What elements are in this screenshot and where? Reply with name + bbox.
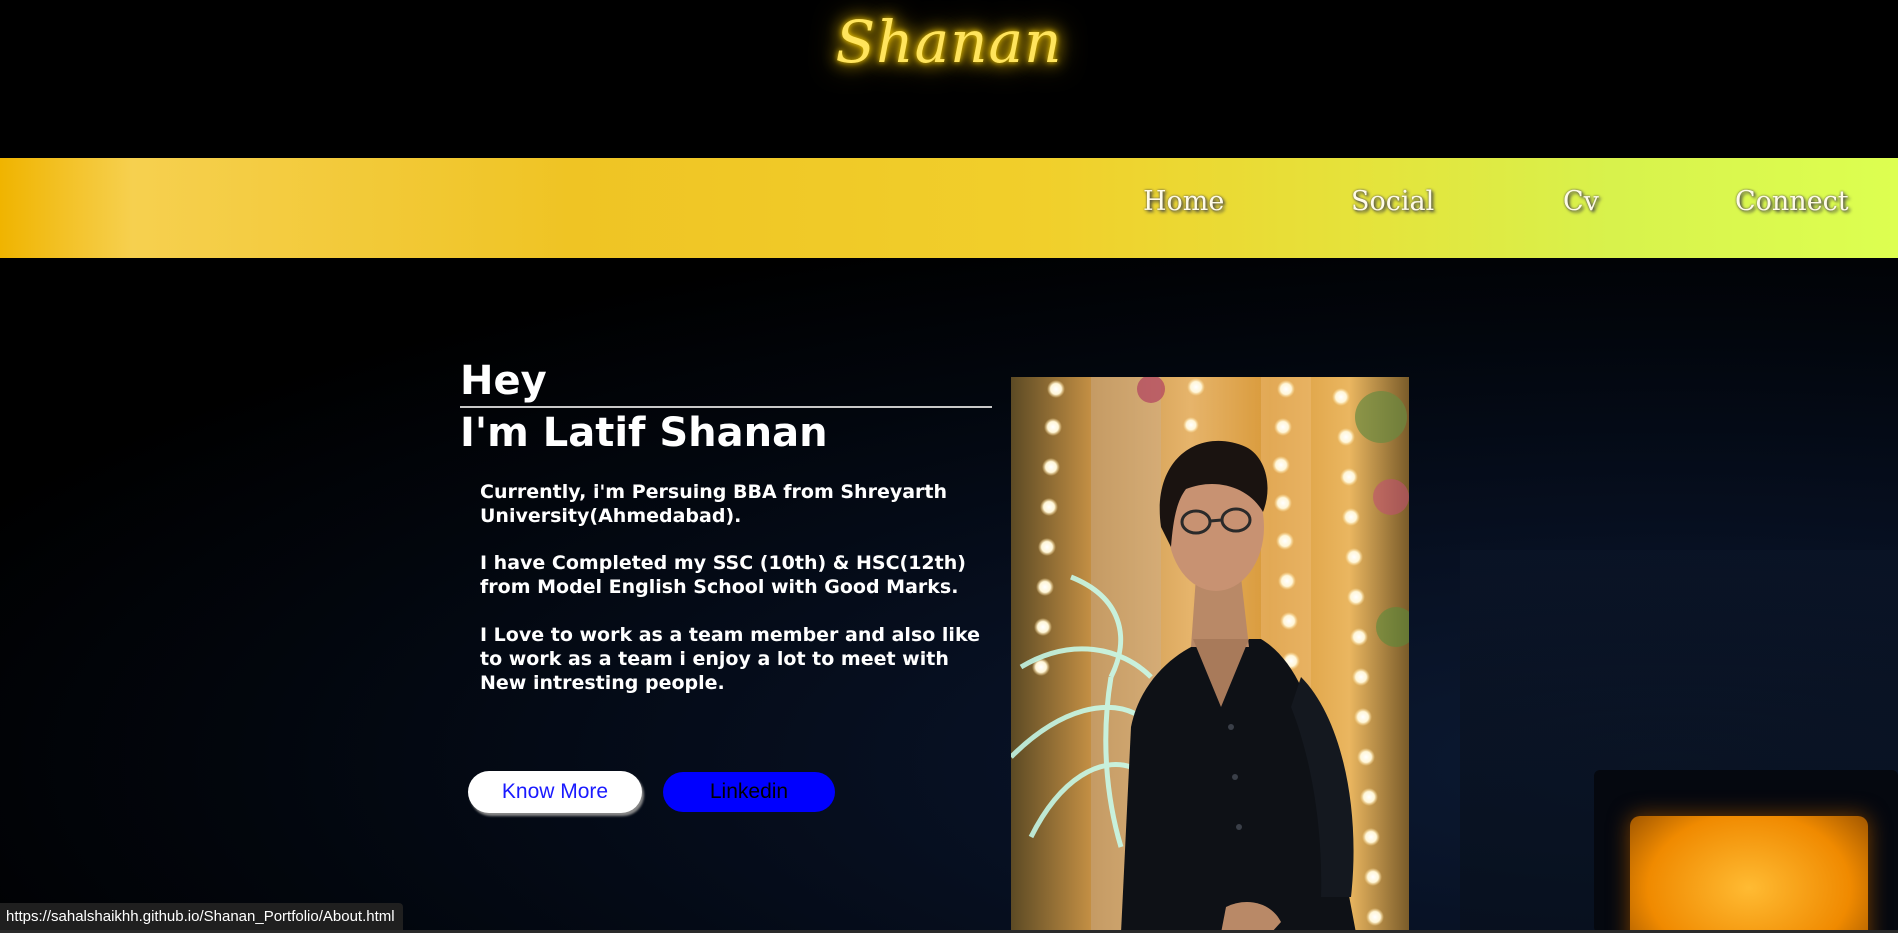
page: Shanan Home Social Cv Connect Hey I'm La… xyxy=(0,0,1898,933)
person-photo-icon xyxy=(1011,377,1409,933)
navbar: Home Social Cv Connect xyxy=(0,158,1898,258)
linkedin-button[interactable]: Linkedin xyxy=(663,772,835,812)
nav-link-cv[interactable]: Cv xyxy=(1563,186,1599,217)
header: Shanan xyxy=(0,0,1898,158)
about-paragraph-teamwork: I Love to work as a team member and also… xyxy=(480,624,980,694)
greeting-heading: Hey xyxy=(460,358,547,404)
logo[interactable]: Shanan xyxy=(0,8,1898,76)
background-light-box xyxy=(1630,816,1868,933)
heading-divider xyxy=(460,406,992,408)
about-paragraph-education: Currently, i'm Persuing BBA from Shreyar… xyxy=(480,481,948,527)
status-bar-url: https://sahalshaikhh.github.io/Shanan_Po… xyxy=(0,903,403,930)
name-heading: I'm Latif Shanan xyxy=(460,410,828,456)
know-more-button[interactable]: Know More xyxy=(468,771,642,813)
nav-link-connect[interactable]: Connect xyxy=(1735,186,1849,217)
nav-link-social[interactable]: Social xyxy=(1351,186,1434,217)
about-paragraph-school: I have Completed my SSC (10th) & HSC(12t… xyxy=(480,552,966,598)
hero-section: Hey I'm Latif Shanan Currently, i'm Pers… xyxy=(0,258,1898,933)
nav-link-home[interactable]: Home xyxy=(1143,186,1224,217)
profile-photo xyxy=(1011,377,1409,933)
